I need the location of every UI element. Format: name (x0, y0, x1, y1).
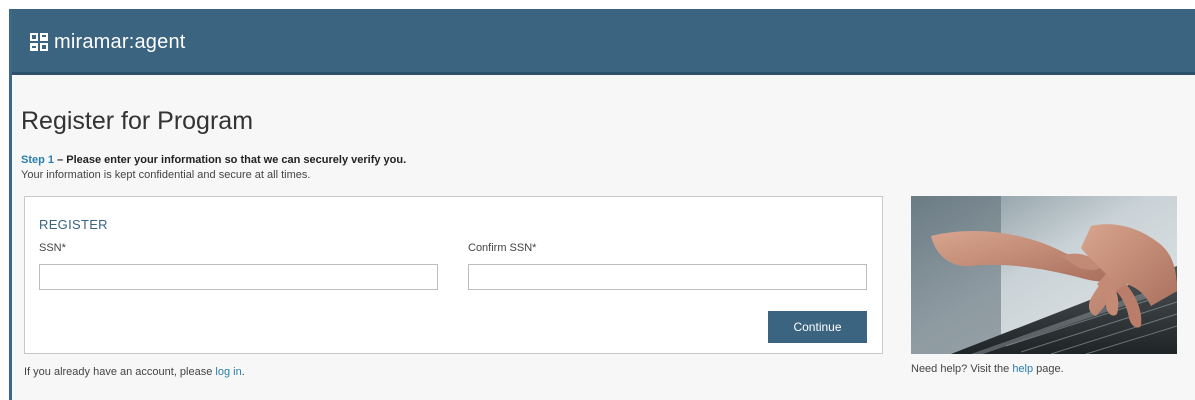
top-bar: miramar:agent (12, 9, 1195, 75)
main-content: Register for Program Step 1 – Please ent… (21, 75, 1195, 400)
help-prefix: Need help? Visit the (911, 363, 1013, 375)
brand-name: miramar:agent (54, 31, 186, 53)
help-link[interactable]: help (1012, 363, 1033, 375)
app-frame: miramar:agent Register for Program Step … (9, 9, 1195, 400)
help-suffix: page. (1033, 363, 1064, 375)
laptop-typing-photo (911, 196, 1177, 354)
page-title: Register for Program (21, 107, 254, 135)
login-link[interactable]: log in (215, 366, 241, 378)
step-instruction: Step 1 – Please enter your information s… (21, 154, 406, 166)
confirm-ssn-input[interactable] (468, 264, 867, 290)
login-prompt: If you already have an account, please l… (24, 366, 245, 378)
step-label: Step 1 (21, 154, 55, 166)
step-text: – Please enter your information so that … (54, 154, 407, 166)
continue-button[interactable]: Continue (768, 311, 867, 343)
register-card: REGISTER SSN* Confirm SSN* Continue (24, 196, 883, 354)
login-suffix: . (241, 366, 245, 378)
register-heading: REGISTER (39, 217, 108, 232)
brand-logo[interactable]: miramar:agent (30, 32, 186, 52)
ssn-label: SSN* (39, 242, 66, 254)
help-prompt: Need help? Visit the help page. (911, 363, 1064, 375)
confirm-ssn-label: Confirm SSN* (468, 242, 537, 254)
login-prefix: If you already have an account, please (24, 366, 216, 378)
app-grid-icon (30, 33, 48, 51)
confidentiality-note: Your information is kept confidential an… (21, 169, 311, 181)
ssn-input[interactable] (39, 264, 438, 290)
